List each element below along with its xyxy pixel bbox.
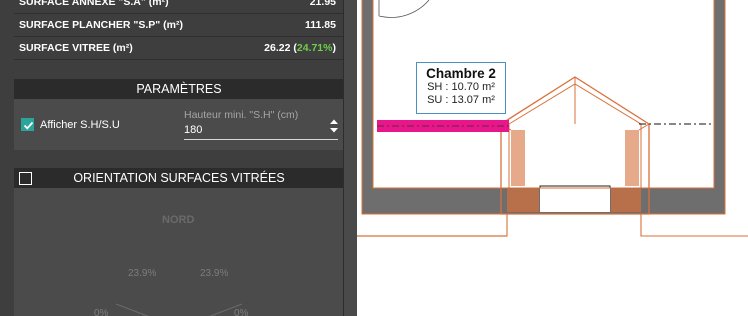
surface-plancher-row: SURFACE PLANCHER "S.P" (m²) 111.85 (14, 14, 344, 37)
hauteur-mini-input[interactable]: 180 (184, 119, 338, 140)
surface-annexe-value: 21.95 (309, 0, 336, 8)
room-label-chambre-2[interactable]: Chambre 2 SH : 10.70 m² SU : 13.07 m² (416, 62, 506, 114)
parametres-title: PARAMÈTRES (136, 82, 222, 96)
parametres-header: PARAMÈTRES (14, 79, 344, 99)
panel-splitter[interactable] (343, 0, 357, 316)
room-su: SU : 13.07 m² (427, 94, 495, 106)
parametres-panel: Afficher S.H/S.U Hauteur mini. "S.H" (cm… (14, 99, 344, 150)
hauteur-mini-placeholder: Hauteur mini. "S.H" (cm) (184, 109, 299, 121)
compass-rays (115, 303, 243, 316)
sidebar-panel: SURFACE ANNEXE "S.A" (m²) 21.95 SURFACE … (0, 0, 356, 316)
surface-plancher-label: SURFACE PLANCHER "S.P" (m²) (19, 19, 183, 31)
afficher-sh-su-checkbox[interactable] (21, 118, 34, 131)
surface-vitree-row: SURFACE VITREE (m²) 26.22 (24.71%) (14, 37, 344, 60)
surface-plancher-value: 111.85 (305, 19, 336, 31)
floor-plan-drawing (357, 0, 748, 237)
stepper-icon[interactable] (329, 118, 339, 134)
orientation-header: ORIENTATION SURFACES VITRÉES (14, 168, 344, 188)
surface-vitree-value: 26.22 (264, 42, 291, 54)
room-name: Chambre 2 (426, 66, 496, 81)
floor-plan-canvas[interactable] (357, 0, 748, 316)
surface-vitree-value-group: 26.22 (24.71%) (264, 42, 344, 54)
afficher-sh-su-label: Afficher S.H/S.U (40, 119, 120, 131)
surface-annexe-label: SURFACE ANNEXE "S.A" (m²) (19, 0, 169, 8)
check-icon (23, 121, 34, 130)
surface-annexe-row: SURFACE ANNEXE "S.A" (m²) 21.95 (14, 0, 344, 14)
orientation-checkbox[interactable] (19, 172, 32, 185)
orientation-title: ORIENTATION SURFACES VITRÉES (73, 171, 285, 185)
surface-vitree-label: SURFACE VITREE (m²) (19, 42, 133, 54)
surface-vitree-percent: 24.71% (296, 42, 333, 54)
paren-close: ) (332, 42, 337, 54)
hauteur-mini-value: 180 (184, 124, 203, 136)
orientation-panel: NORD 23.9% 23.9% 0% 0% (14, 188, 344, 316)
room-sh: SH : 10.70 m² (427, 81, 495, 93)
